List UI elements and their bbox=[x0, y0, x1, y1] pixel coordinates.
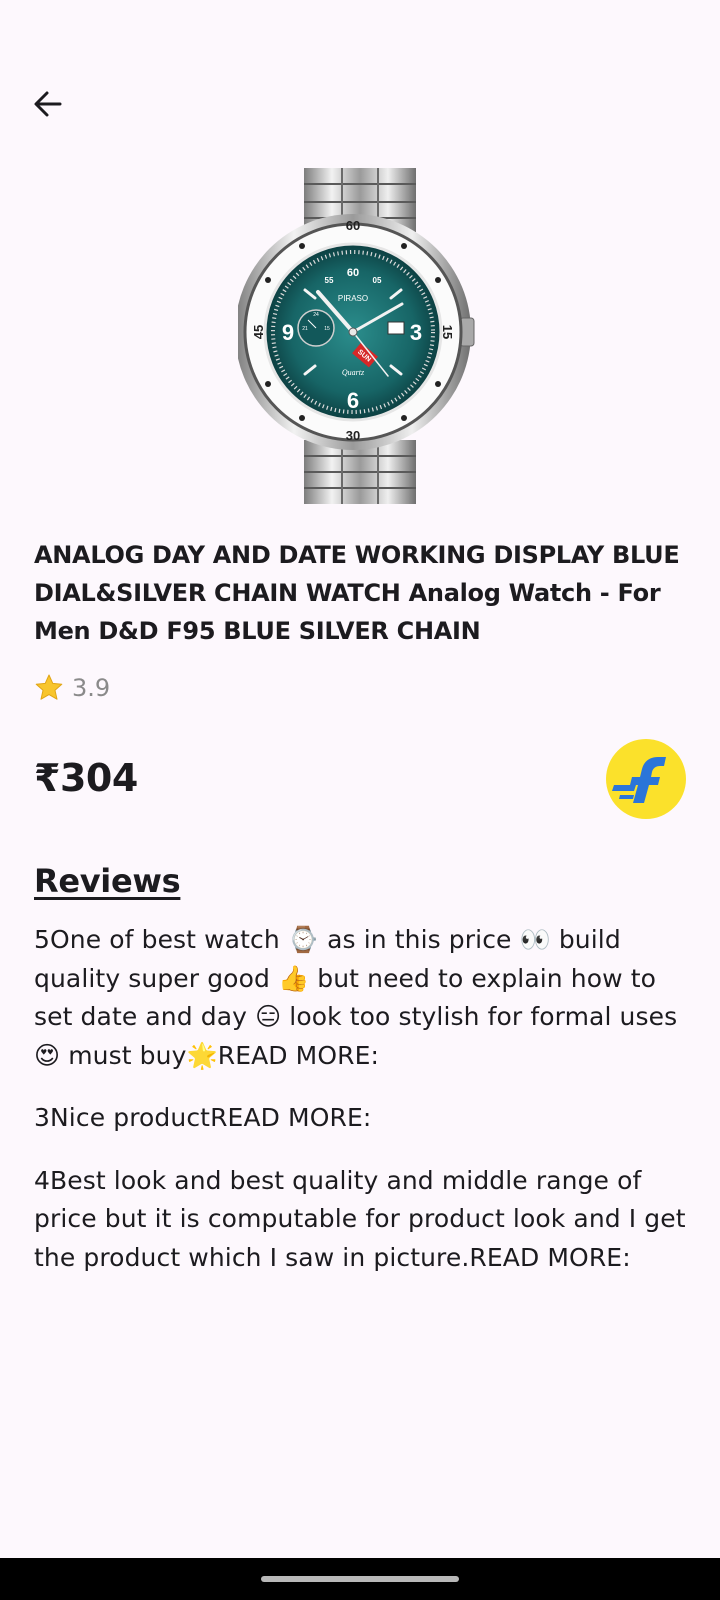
review-item: 5One of best watch ⌚ as in this price 👀 … bbox=[34, 925, 678, 1070]
svg-text:PIRASO: PIRASO bbox=[338, 294, 368, 303]
arrow-left-icon bbox=[34, 91, 62, 117]
svg-text:60: 60 bbox=[347, 267, 359, 279]
reviews-heading: Reviews bbox=[34, 862, 181, 900]
price: ₹304 bbox=[34, 756, 138, 800]
rating-value: 3.9 bbox=[72, 674, 111, 702]
home-gesture-handle[interactable] bbox=[261, 1576, 459, 1582]
svg-text:21: 21 bbox=[302, 326, 308, 332]
review-item: 3Nice productREAD MORE: bbox=[34, 1103, 372, 1132]
star-icon bbox=[35, 674, 63, 700]
svg-text:15: 15 bbox=[324, 326, 330, 332]
svg-text:9: 9 bbox=[282, 320, 294, 345]
product-title: ANALOG DAY AND DATE WORKING DISPLAY BLUE… bbox=[34, 541, 680, 645]
status-bar bbox=[0, 0, 720, 70]
svg-text:Quartz: Quartz bbox=[342, 368, 365, 377]
svg-text:24: 24 bbox=[313, 312, 319, 318]
reviews-list: 5One of best watch ⌚ as in this price 👀 … bbox=[34, 921, 694, 1277]
flipkart-logo[interactable] bbox=[606, 739, 686, 819]
svg-text:55: 55 bbox=[325, 276, 334, 285]
svg-text:3: 3 bbox=[410, 320, 422, 345]
review-item: 4Best look and best quality and middle r… bbox=[34, 1165, 686, 1272]
svg-text:30: 30 bbox=[346, 428, 360, 443]
svg-text:05: 05 bbox=[373, 276, 382, 285]
back-button[interactable] bbox=[26, 82, 70, 126]
product-image: 60 15 30 45 55 05 60 3 6 9 PIRASO Quartz… bbox=[235, 168, 482, 504]
svg-text:60: 60 bbox=[346, 218, 360, 233]
rating: 3.9 bbox=[34, 672, 110, 704]
svg-text:6: 6 bbox=[347, 388, 359, 413]
